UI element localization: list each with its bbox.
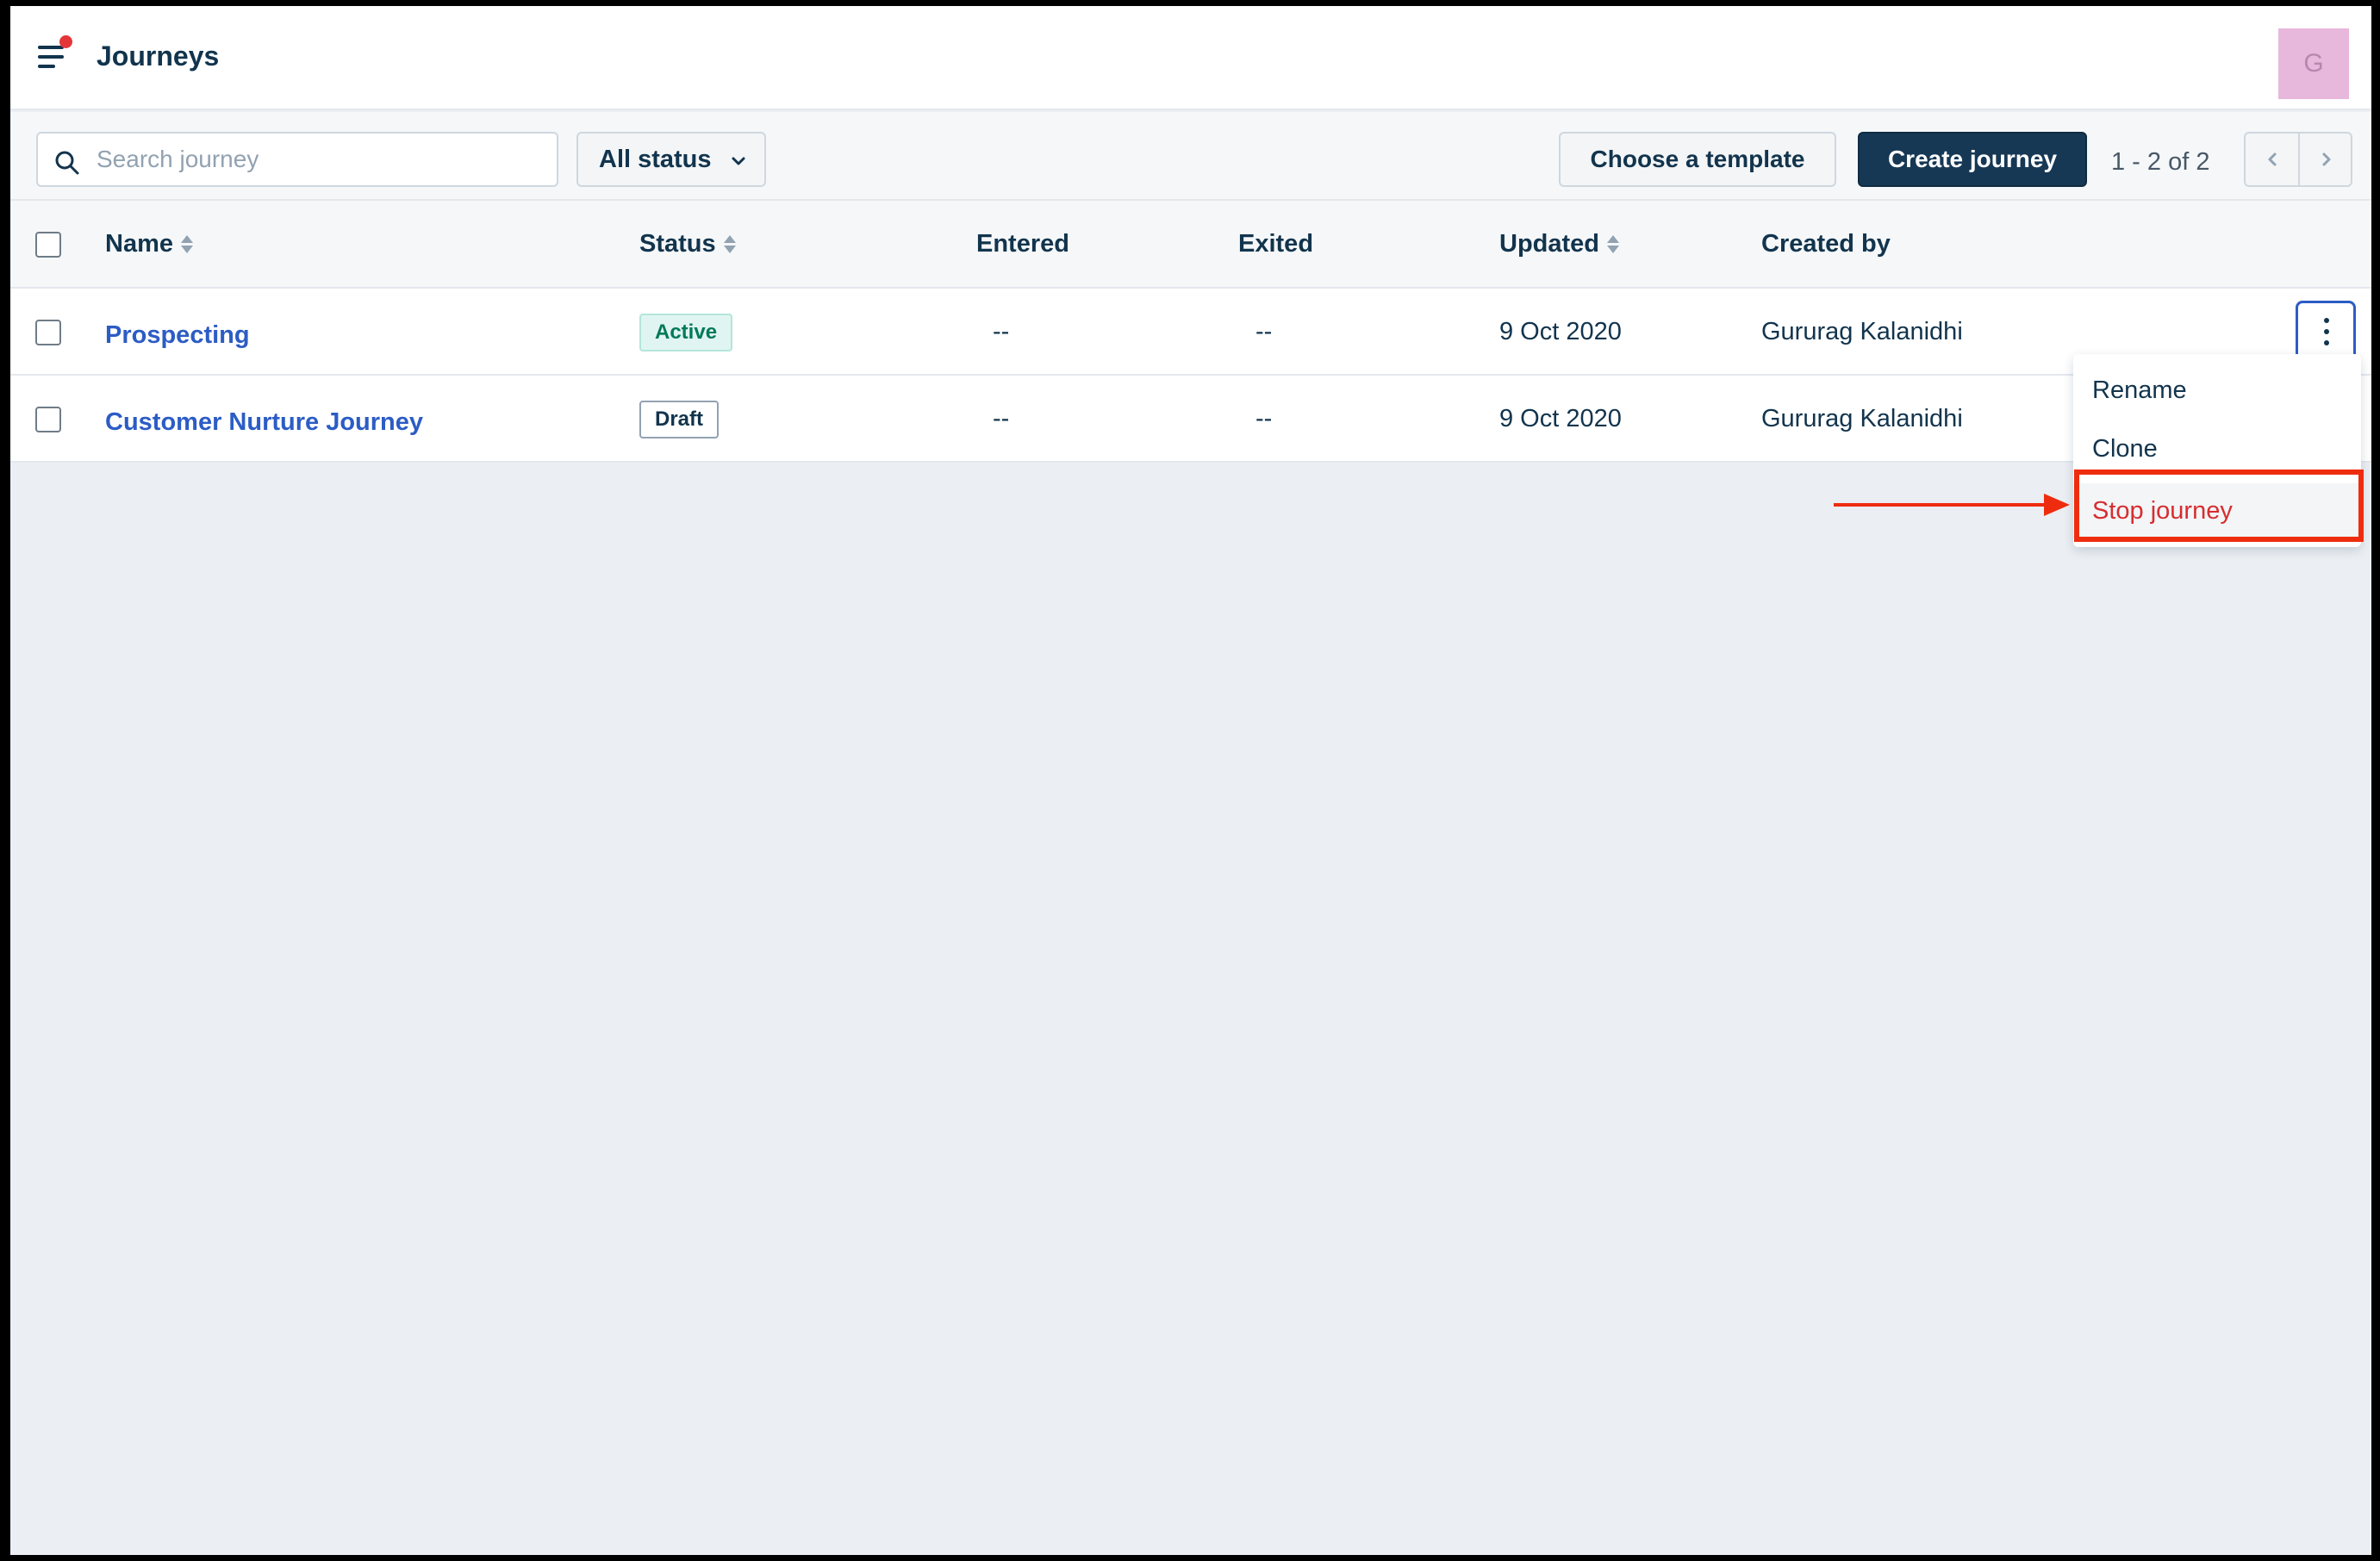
exited-value: -- <box>1255 405 1273 432</box>
entered-value: -- <box>993 405 1010 432</box>
status-filter-label: All status <box>599 145 712 173</box>
table-header: Name Status Entered Exited Updated Creat… <box>10 201 2371 289</box>
journeys-table: Name Status Entered Exited Updated Creat… <box>10 201 2371 463</box>
toolbar: All status Choose a template Create jour… <box>10 112 2371 201</box>
avatar[interactable]: G <box>2278 28 2349 99</box>
search-box[interactable] <box>36 132 558 187</box>
status-badge: Draft <box>639 401 720 438</box>
top-header: Journeys G <box>10 6 2371 110</box>
next-page-button[interactable] <box>2300 134 2352 185</box>
search-input[interactable] <box>97 134 545 185</box>
column-header-status[interactable]: Status <box>639 230 737 258</box>
column-header-name[interactable]: Name <box>105 230 194 258</box>
previous-page-button[interactable] <box>2246 134 2298 185</box>
search-icon <box>55 151 79 175</box>
column-header-entered: Entered <box>976 230 1069 258</box>
create-journey-button[interactable]: Create journey <box>1858 132 2087 187</box>
exited-value: -- <box>1255 318 1273 345</box>
created-by-value: Gururag Kalanidhi <box>1761 318 1963 345</box>
chevron-left-icon <box>2268 152 2276 166</box>
status-badge: Active <box>639 314 733 351</box>
column-header-created-by: Created by <box>1761 230 1891 258</box>
updated-date: 9 Oct 2020 <box>1499 318 1622 345</box>
row-actions-button[interactable] <box>2296 301 2356 361</box>
table-row: Customer Nurture Journey Draft -- -- 9 O… <box>10 376 2371 463</box>
annotation-arrow <box>1834 503 2049 507</box>
choose-template-button[interactable]: Choose a template <box>1559 132 1836 187</box>
notification-dot <box>59 35 72 48</box>
sort-icon <box>1606 233 1620 256</box>
annotation-arrow-head <box>2044 494 2070 516</box>
updated-date: 9 Oct 2020 <box>1499 405 1622 432</box>
menu-icon[interactable] <box>36 35 74 73</box>
row-checkbox[interactable] <box>35 320 61 345</box>
pagination-controls <box>2244 132 2352 187</box>
entered-value: -- <box>993 318 1010 345</box>
sort-icon <box>723 233 737 256</box>
journey-name-link[interactable]: Prospecting <box>105 321 250 350</box>
column-header-exited: Exited <box>1238 230 1314 258</box>
chevron-right-icon <box>2322 152 2330 166</box>
pagination-count: 1 - 2 of 2 <box>2111 148 2210 176</box>
table-row: Prospecting Active -- -- 9 Oct 2020 Guru… <box>10 289 2371 376</box>
menu-item-rename[interactable]: Rename <box>2073 363 2361 418</box>
annotation-highlight-box <box>2074 470 2364 542</box>
menu-item-clone[interactable]: Clone <box>2073 421 2361 476</box>
app-window: Journeys G All status Choose a template … <box>10 6 2371 1555</box>
chevron-down-icon <box>732 157 745 165</box>
column-header-updated[interactable]: Updated <box>1499 230 1620 258</box>
journey-name-link[interactable]: Customer Nurture Journey <box>105 408 423 437</box>
status-filter-dropdown[interactable]: All status <box>576 132 766 187</box>
page-title: Journeys <box>97 40 220 72</box>
row-checkbox[interactable] <box>35 407 61 432</box>
sort-icon <box>180 233 194 256</box>
select-all-checkbox[interactable] <box>35 232 61 258</box>
created-by-value: Gururag Kalanidhi <box>1761 405 1963 432</box>
